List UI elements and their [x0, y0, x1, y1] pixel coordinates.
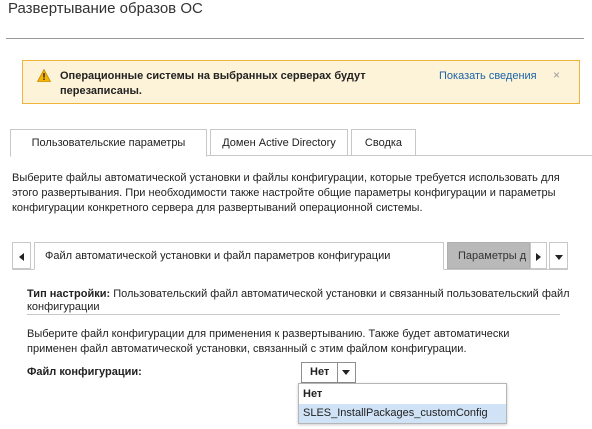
tab-summary[interactable]: Сводка — [351, 129, 416, 156]
config-file-label: Файл конфигурации: — [27, 366, 142, 378]
subtab-autoinstall-config[interactable]: Файл автоматической установки и файл пар… — [34, 242, 444, 270]
dropdown-button[interactable] — [337, 363, 355, 382]
show-details-link[interactable]: Показать сведения — [439, 69, 537, 84]
chevron-left-icon — [19, 253, 24, 261]
chevron-down-icon — [555, 255, 563, 260]
chevron-right-icon — [536, 253, 541, 261]
config-file-select[interactable]: Нет — [301, 362, 356, 383]
chevron-down-icon — [342, 370, 350, 375]
section-description: Выберите файлы автоматической установки … — [12, 172, 560, 214]
alert-message: Операционные системы на выбранных сервер… — [60, 70, 366, 97]
setting-divider — [27, 314, 560, 315]
scroll-left-button[interactable] — [12, 242, 31, 269]
tabs-menu-button[interactable] — [549, 242, 568, 269]
scroll-right-button[interactable] — [530, 242, 547, 269]
warning-icon — [37, 69, 51, 82]
dropdown-option-none[interactable]: Нет — [299, 385, 506, 404]
title-divider — [6, 38, 584, 39]
tab-active-directory[interactable]: Домен Active Directory — [210, 129, 348, 156]
config-file-selected: Нет — [310, 366, 330, 378]
subtabs-bar: Файл автоматической установки и файл пар… — [12, 242, 568, 270]
subtab-parameters[interactable]: Параметры д — [447, 242, 530, 269]
warning-alert: Операционные системы на выбранных сервер… — [22, 60, 580, 104]
setting-type: Тип настройки: Пользовательский файл авт… — [27, 288, 572, 314]
tab-custom-settings[interactable]: Пользовательские параметры — [10, 129, 207, 157]
select-description: Выберите файл конфигурации для применени… — [27, 328, 510, 355]
dropdown-option-sles[interactable]: SLES_InstallPackages_customConfig — [299, 404, 506, 423]
close-icon[interactable]: × — [553, 68, 560, 83]
page-title: Развертывание образов ОС — [8, 0, 203, 17]
setting-type-label: Тип настройки: — [27, 288, 111, 300]
config-file-dropdown: Нет SLES_InstallPackages_customConfig — [298, 383, 507, 424]
